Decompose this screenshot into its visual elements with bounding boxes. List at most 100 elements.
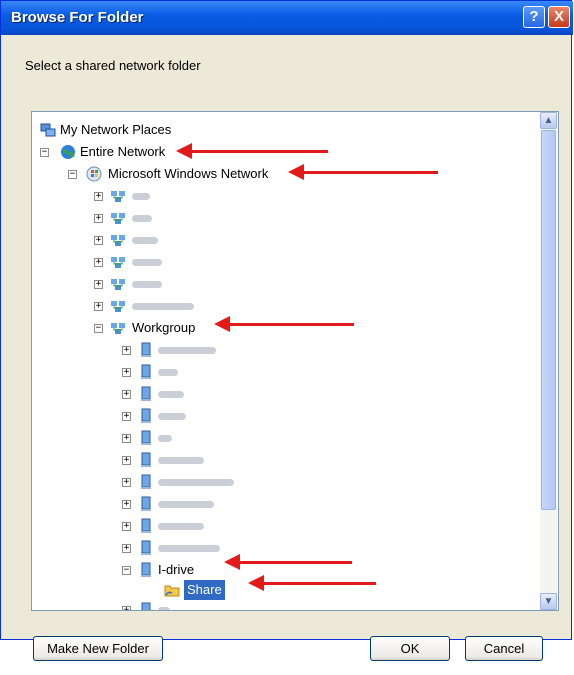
tree-item-domain[interactable]: + — [94, 274, 214, 294]
tree-label: Entire Network — [80, 144, 166, 159]
expand-toggle[interactable]: + — [122, 390, 131, 399]
computer-icon — [141, 540, 151, 555]
tree-label-selected: Share — [184, 580, 225, 600]
folder-tree[interactable]: My Network Places − Entire Network − Mic… — [31, 111, 559, 611]
tree-item-computer[interactable]: + — [122, 362, 272, 382]
computer-icon — [141, 496, 151, 511]
expand-toggle[interactable]: + — [94, 258, 103, 267]
network-places-icon — [40, 123, 56, 137]
browse-for-folder-dialog: Browse For Folder ? X Select a shared ne… — [0, 0, 573, 640]
computer-icon — [141, 562, 151, 577]
collapse-toggle[interactable]: − — [122, 566, 131, 575]
redacted-label — [158, 457, 204, 464]
tree-item-computer[interactable]: + — [122, 450, 272, 470]
redacted-label — [132, 281, 162, 288]
expand-toggle[interactable]: + — [122, 606, 131, 610]
expand-toggle[interactable]: + — [122, 544, 131, 553]
tree-item-computer[interactable]: + — [122, 538, 272, 558]
workgroup-icon — [111, 323, 125, 334]
tree-item-computer[interactable]: + — [122, 472, 292, 492]
annotation-arrow — [248, 575, 376, 591]
cancel-button[interactable]: Cancel — [465, 636, 543, 661]
expand-toggle[interactable]: + — [122, 522, 131, 531]
redacted-label — [158, 369, 178, 376]
windows-network-icon — [86, 166, 102, 182]
expand-toggle[interactable]: + — [94, 214, 103, 223]
workgroup-icon — [111, 301, 125, 312]
redacted-label — [158, 501, 214, 508]
collapse-toggle[interactable]: − — [94, 324, 103, 333]
collapse-toggle[interactable]: − — [68, 170, 77, 179]
workgroup-icon — [111, 279, 125, 290]
title-bar[interactable]: Browse For Folder ? X — [1, 1, 573, 35]
tree-item-computer[interactable]: + — [122, 340, 272, 360]
redacted-label — [132, 237, 158, 244]
help-button[interactable]: ? — [523, 6, 545, 28]
annotation-arrow — [224, 554, 352, 570]
tree-item-computer[interactable]: + — [122, 494, 272, 514]
redacted-label — [132, 215, 152, 222]
annotation-arrow — [176, 143, 328, 159]
expand-toggle[interactable]: + — [94, 302, 103, 311]
computer-icon — [141, 474, 151, 489]
computer-icon — [141, 408, 151, 423]
ok-button[interactable]: OK — [370, 636, 450, 661]
expand-toggle[interactable]: + — [122, 412, 131, 421]
redacted-label — [158, 391, 184, 398]
redacted-label — [158, 479, 234, 486]
scroll-up-button[interactable]: ▲ — [540, 112, 557, 129]
expand-toggle[interactable]: + — [122, 478, 131, 487]
expand-toggle[interactable]: + — [94, 192, 103, 201]
computer-icon — [141, 430, 151, 445]
tree-label: Microsoft Windows Network — [108, 166, 269, 181]
workgroup-icon — [111, 213, 125, 224]
instruction-text: Select a shared network folder — [25, 58, 201, 73]
tree-label: My Network Places — [60, 122, 172, 137]
scroll-thumb[interactable] — [541, 130, 556, 510]
computer-icon — [141, 364, 151, 379]
redacted-label — [158, 435, 172, 442]
expand-toggle[interactable]: + — [94, 236, 103, 245]
redacted-label — [158, 413, 186, 420]
make-new-folder-button[interactable]: Make New Folder — [33, 636, 163, 661]
expand-toggle[interactable]: + — [122, 434, 131, 443]
workgroup-icon — [111, 257, 125, 268]
redacted-label — [132, 303, 194, 310]
expand-toggle[interactable]: + — [122, 346, 131, 355]
tree-item-domain[interactable]: + — [94, 252, 214, 272]
expand-toggle[interactable]: + — [122, 368, 131, 377]
tree-item-computer[interactable]: + — [122, 600, 272, 610]
redacted-label — [132, 193, 150, 200]
redacted-label — [158, 607, 170, 610]
tree-item-computer[interactable]: + — [122, 384, 272, 404]
workgroup-icon — [111, 235, 125, 246]
annotation-arrow — [214, 316, 354, 332]
tree-item-domain[interactable]: + — [94, 230, 214, 250]
scroll-down-button[interactable]: ▼ — [540, 593, 557, 610]
redacted-label — [132, 259, 162, 266]
globe-icon — [61, 145, 75, 159]
tree-item-computer[interactable]: + — [122, 406, 272, 426]
computer-icon — [141, 342, 151, 357]
expand-toggle[interactable]: + — [122, 500, 131, 509]
workgroup-icon — [111, 191, 125, 202]
tree-label: I-drive — [158, 562, 195, 577]
computer-icon — [141, 452, 151, 467]
redacted-label — [158, 523, 204, 530]
vertical-scrollbar[interactable]: ▲ ▼ — [540, 112, 557, 610]
tree-label: Workgroup — [132, 320, 196, 335]
shared-folder-icon — [164, 585, 180, 597]
tree-item-domain[interactable]: + — [94, 208, 214, 228]
window-title: Browse For Folder — [11, 9, 144, 26]
computer-icon — [141, 602, 151, 610]
tree-item-computer[interactable]: + — [122, 428, 272, 448]
collapse-toggle[interactable]: − — [40, 148, 49, 157]
tree-item-computer[interactable]: + — [122, 516, 272, 536]
close-button[interactable]: X — [548, 6, 570, 28]
tree-item-domain[interactable]: + — [94, 296, 254, 316]
expand-toggle[interactable]: + — [122, 456, 131, 465]
expand-toggle[interactable]: + — [94, 280, 103, 289]
tree-item-domain[interactable]: + — [94, 186, 214, 206]
computer-icon — [141, 518, 151, 533]
redacted-label — [158, 347, 216, 354]
